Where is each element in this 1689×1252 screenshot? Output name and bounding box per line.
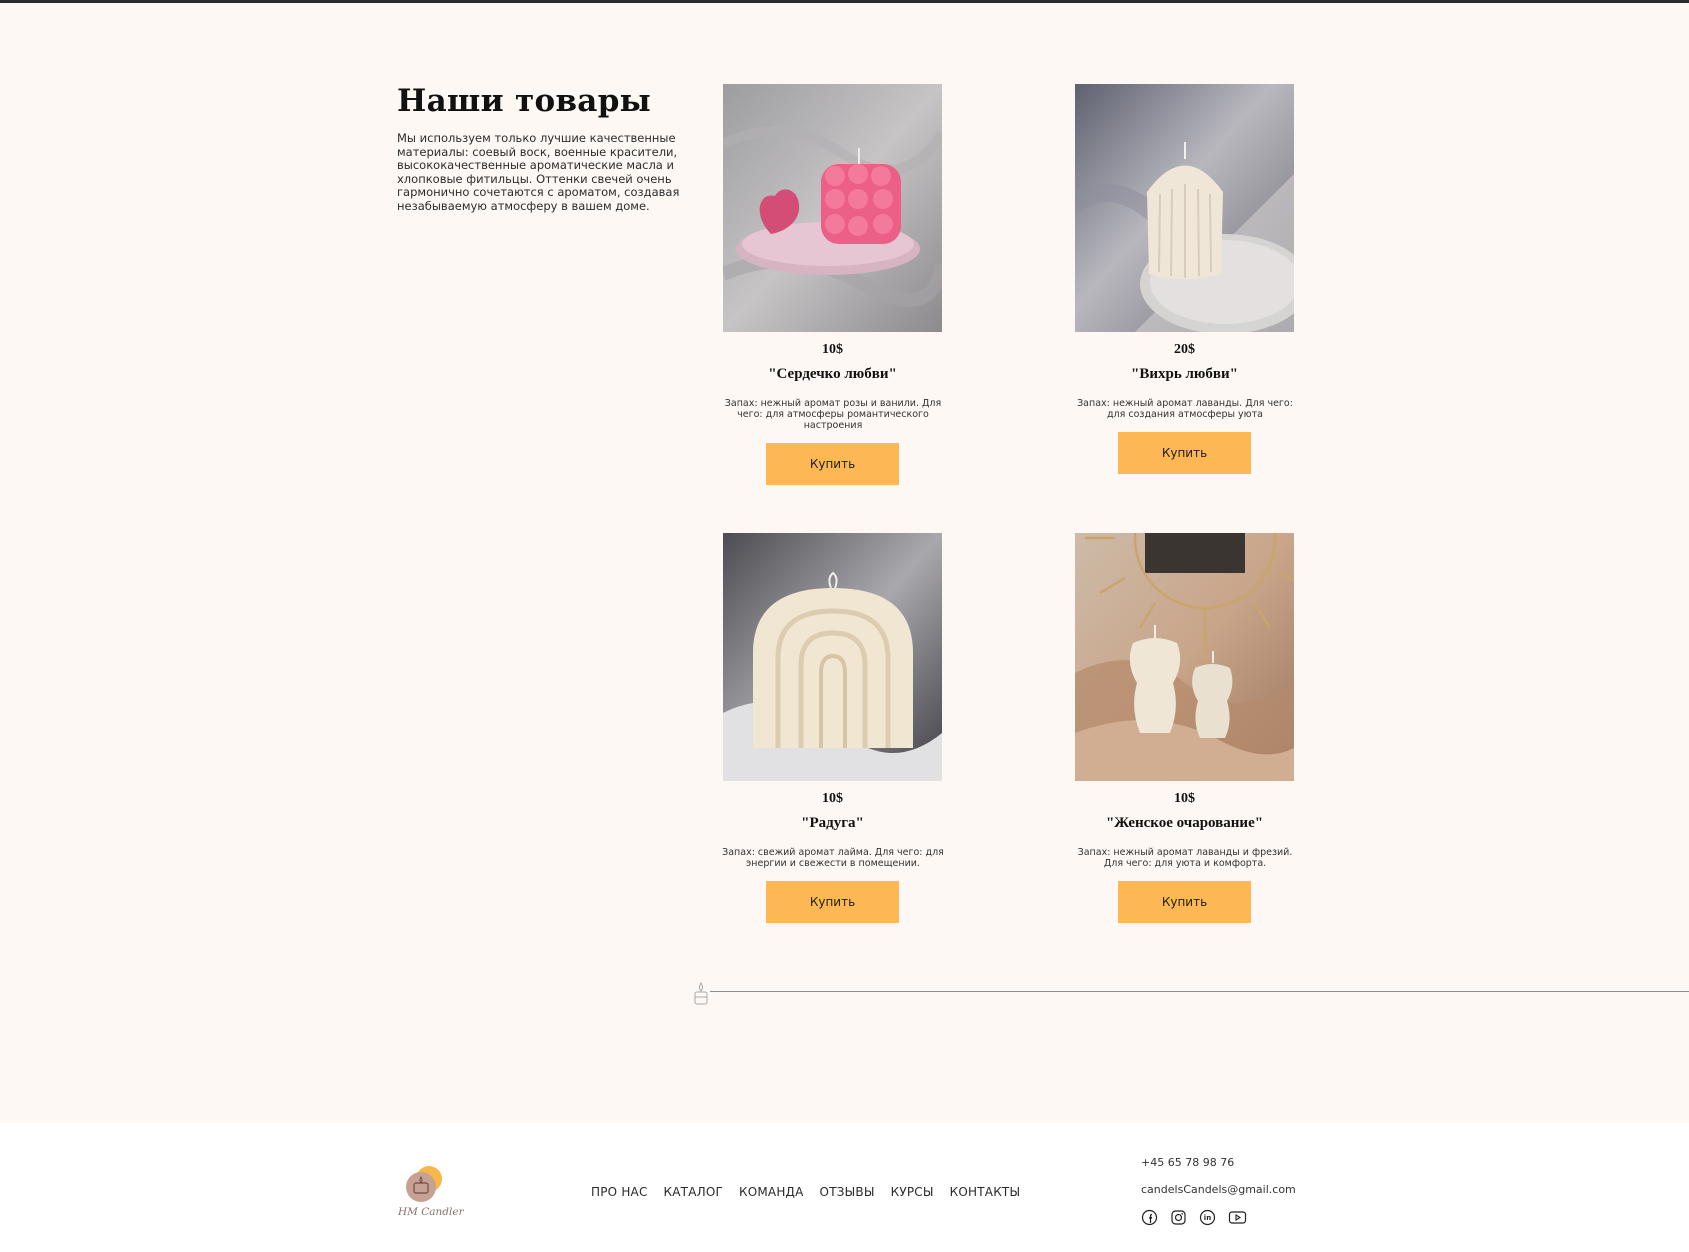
product-card-female: 10$ "Женское очарование" Запах: нежный а…: [1075, 533, 1294, 923]
product-description: Запах: нежный аромат лаванды и фрезий. Д…: [1077, 847, 1293, 869]
facebook-icon[interactable]: [1141, 1209, 1158, 1226]
product-description: Запах: свежий аромат лайма. Для чего: дл…: [722, 847, 944, 869]
section-intro: Наши товары Мы используем только лучшие …: [397, 83, 687, 213]
buy-button[interactable]: Купить: [1118, 881, 1251, 923]
product-name: "Вихрь любви": [1131, 366, 1238, 382]
buy-button[interactable]: Купить: [766, 443, 899, 485]
footer: HM Candler ПРО НАС КАТАЛОГ КОМАНДА ОТЗЫВ…: [0, 1123, 1689, 1252]
logo-text: HM Candler: [398, 1206, 464, 1218]
svg-text:in: in: [1204, 1214, 1211, 1222]
linkedin-icon[interactable]: in: [1199, 1209, 1216, 1226]
product-name: "Радуга": [801, 815, 864, 831]
phone-number[interactable]: +45 65 78 98 76: [1141, 1156, 1296, 1183]
email-address[interactable]: candelsCandels@gmail.com: [1141, 1183, 1296, 1210]
instagram-icon[interactable]: [1170, 1209, 1187, 1226]
nav-item-about[interactable]: ПРО НАС: [591, 1185, 648, 1199]
nav-item-contacts[interactable]: КОНТАКТЫ: [950, 1185, 1021, 1199]
product-price: 10$: [822, 342, 843, 357]
section-description: Мы используем только лучшие качественные…: [397, 131, 680, 213]
nav-item-team[interactable]: КОМАНДА: [739, 1185, 804, 1199]
product-name: "Сердечко любви": [768, 366, 897, 382]
product-card-heart: 10$ "Сердечко любви" Запах: нежный арома…: [723, 84, 942, 485]
product-image-swirl-candle: [1075, 84, 1294, 332]
product-description: Запах: нежный аромат розы и ванили. Для …: [724, 398, 942, 431]
social-links: in: [1141, 1209, 1247, 1226]
product-price: 20$: [1174, 342, 1195, 357]
contacts: +45 65 78 98 76 candelsCandels@gmail.com: [1141, 1156, 1296, 1210]
footer-nav: ПРО НАС КАТАЛОГ КОМАНДА ОТЗЫВЫ КУРСЫ КОН…: [591, 1185, 1020, 1199]
nav-item-reviews[interactable]: ОТЗЫВЫ: [820, 1185, 875, 1199]
candle-icon: [692, 982, 710, 1006]
product-image-heart-candle: [723, 84, 942, 332]
product-image-female-candle: [1075, 533, 1294, 781]
product-card-swirl: 20$ "Вихрь любви" Запах: нежный аромат л…: [1075, 84, 1294, 474]
product-name: "Женское очарование": [1105, 815, 1264, 831]
buy-button[interactable]: Купить: [1118, 432, 1251, 474]
youtube-icon[interactable]: [1228, 1209, 1247, 1226]
products-section: Наши товары Мы используем только лучшие …: [0, 3, 1689, 1123]
product-description: Запах: нежный аромат лаванды. Для чего: …: [1077, 398, 1293, 420]
buy-button[interactable]: Купить: [766, 881, 899, 923]
section-title: Наши товары: [397, 83, 652, 119]
product-image-rainbow-candle: [723, 533, 942, 781]
product-price: 10$: [1174, 791, 1195, 806]
section-divider: [710, 991, 1689, 992]
product-card-rainbow: 10$ "Радуга" Запах: свежий аромат лайма.…: [722, 533, 944, 923]
nav-item-catalog[interactable]: КАТАЛОГ: [664, 1185, 723, 1199]
product-price: 10$: [822, 791, 843, 806]
nav-item-courses[interactable]: КУРСЫ: [891, 1185, 934, 1199]
